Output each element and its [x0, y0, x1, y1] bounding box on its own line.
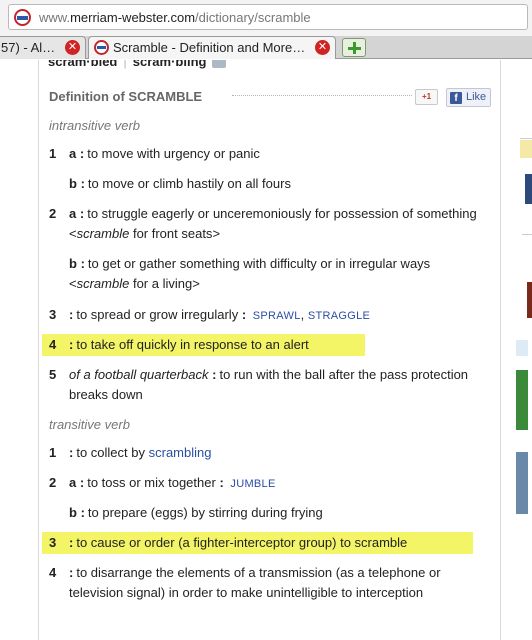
synonym-link[interactable]: STRAGGLE	[308, 310, 370, 322]
dotted-divider	[232, 95, 412, 96]
tab-bar: 57) - Al… ✕ Scramble - Definition and Mo…	[0, 36, 532, 59]
tab-favicon-icon	[94, 40, 109, 55]
google-plus-button[interactable]: +1	[415, 89, 438, 105]
tab-label: Scramble - Definition and More…	[113, 40, 306, 55]
sidebar-fragment	[520, 140, 532, 158]
sidebar-fragment	[525, 174, 532, 204]
new-tab-button[interactable]	[342, 38, 366, 57]
column-border-left	[38, 60, 39, 640]
url-text[interactable]: www.merriam-webster.com/dictionary/scram…	[39, 10, 311, 25]
sidebar-fragment	[516, 452, 528, 514]
sidebar-fragment	[516, 370, 528, 430]
close-tab-icon[interactable]: ✕	[65, 40, 80, 55]
speaker-icon[interactable]	[212, 60, 227, 68]
sidebar-fragment	[527, 282, 532, 318]
page-content: scram·bled | scram·bling Definition of SCR…	[0, 60, 532, 640]
part-of-speech-label: transitive verb	[49, 417, 130, 432]
synonym-link[interactable]: SPRAWL	[253, 310, 301, 322]
sidebar-fragment	[516, 340, 528, 356]
tab-previous[interactable]: 57) - Al… ✕	[0, 36, 86, 59]
synonym-link[interactable]: JUMBLE	[230, 478, 275, 490]
tab-label: 57) - Al…	[1, 40, 56, 55]
column-border-right	[500, 60, 501, 640]
part-of-speech-label: intransitive verb	[49, 118, 141, 133]
sidebar-fragment	[522, 234, 532, 235]
site-favicon-icon	[14, 9, 31, 26]
inflected-forms: scram·bled | scram·bling	[48, 60, 227, 69]
facebook-like-button[interactable]: f Like	[446, 88, 491, 107]
facebook-icon: f	[450, 92, 462, 104]
url-field[interactable]: www.merriam-webster.com/dictionary/scram…	[8, 4, 528, 30]
tab-active[interactable]: Scramble - Definition and More… ✕	[88, 36, 336, 59]
cross-reference-link[interactable]: scrambling	[149, 445, 212, 460]
definition-heading: Definition of SCRAMBLE	[49, 89, 203, 104]
close-tab-icon[interactable]: ✕	[315, 40, 330, 55]
address-bar: www.merriam-webster.com/dictionary/scram…	[0, 0, 532, 36]
